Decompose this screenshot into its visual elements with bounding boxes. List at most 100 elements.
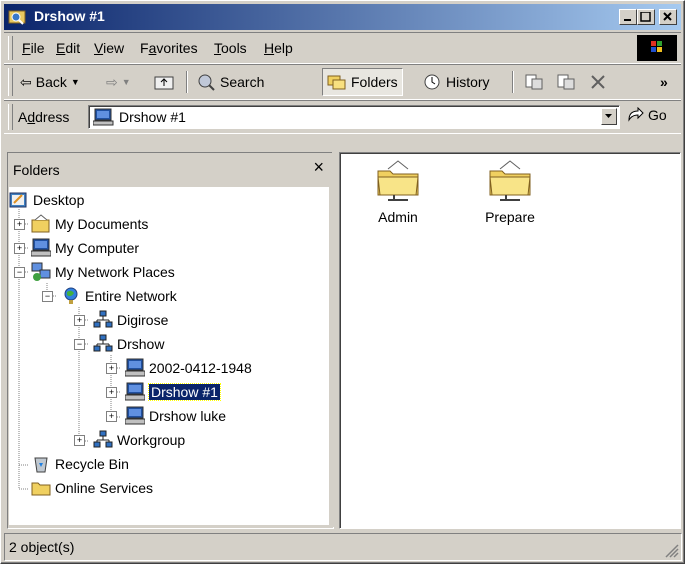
- maximize-button[interactable]: [637, 9, 655, 25]
- menu-file[interactable]: File: [22, 40, 45, 56]
- collapse-toggle[interactable]: −: [14, 267, 25, 278]
- tree-item-online-services[interactable]: Online Services: [31, 477, 153, 499]
- status-bar: 2 object(s): [4, 533, 682, 561]
- chevron-down-icon: [605, 114, 612, 118]
- resize-grip-icon[interactable]: [665, 544, 679, 558]
- minimize-button[interactable]: [619, 9, 637, 25]
- history-button[interactable]: History: [422, 69, 490, 95]
- forward-button[interactable]: ⇨ ▼: [106, 69, 131, 95]
- address-bar: Address Drshow #1 Go: [4, 100, 681, 134]
- go-button[interactable]: Go: [626, 107, 667, 123]
- address-label: Address: [18, 109, 70, 125]
- shared-folder-item-prepare[interactable]: Prepare: [470, 159, 550, 225]
- tree-item-my-network-places[interactable]: My Network Places: [31, 261, 175, 283]
- tree-item-desktop[interactable]: Desktop: [9, 189, 84, 211]
- tree-item-drshow[interactable]: Drshow: [93, 333, 164, 355]
- network-folder-icon: [8, 10, 26, 25]
- toolbar-overflow-chevron[interactable]: »: [660, 69, 668, 95]
- back-arrow-icon: ⇦: [20, 73, 32, 90]
- shared-folder-icon: [489, 160, 531, 201]
- move-to-icon: [525, 74, 543, 90]
- desktop-icon: [9, 192, 27, 208]
- copy-to-icon: [557, 74, 575, 90]
- move-to-button[interactable]: [524, 69, 544, 95]
- shared-folder-icon: [377, 160, 419, 201]
- go-arrow-icon: [628, 107, 644, 122]
- computer-icon: [125, 358, 145, 377]
- expand-toggle[interactable]: +: [14, 219, 25, 230]
- forward-dropdown-icon[interactable]: ▼: [122, 77, 131, 87]
- close-button[interactable]: [659, 9, 677, 25]
- menu-bar: File Edit View Favorites Tools Help: [4, 32, 681, 64]
- forward-arrow-icon: ⇨: [106, 73, 118, 90]
- up-folder-icon: [154, 76, 174, 90]
- my-documents-icon: [31, 214, 50, 233]
- delete-icon: [591, 75, 605, 89]
- address-dropdown-button[interactable]: [601, 108, 617, 125]
- folders-pane-title: Folders: [13, 162, 60, 178]
- my-computer-icon: [31, 238, 51, 257]
- tree-item-2002-0412-1948[interactable]: 2002-0412-1948: [125, 357, 252, 379]
- collapse-toggle[interactable]: −: [42, 291, 53, 302]
- status-text: 2 object(s): [9, 539, 75, 555]
- tree-item-drshow-1[interactable]: Drshow #1: [125, 381, 221, 403]
- explorer-window: Drshow #1 File Edit View Favorites Tools…: [0, 0, 685, 564]
- menu-view[interactable]: View: [94, 40, 124, 56]
- expand-toggle[interactable]: +: [106, 411, 117, 422]
- windows-logo: [637, 35, 677, 61]
- menubar-grip[interactable]: [8, 36, 13, 60]
- expand-toggle[interactable]: +: [74, 435, 85, 446]
- expand-toggle[interactable]: +: [106, 363, 117, 374]
- content-pane: Admin Prepare: [339, 152, 681, 529]
- expand-toggle[interactable]: +: [74, 315, 85, 326]
- computer-icon: [125, 406, 145, 425]
- network-places-icon: [31, 262, 51, 281]
- tree-item-workgroup[interactable]: Workgroup: [93, 429, 185, 451]
- back-dropdown-icon[interactable]: ▼: [71, 77, 80, 87]
- expand-toggle[interactable]: +: [14, 243, 25, 254]
- close-icon: [663, 12, 672, 21]
- globe-icon: [64, 287, 78, 304]
- menu-tools[interactable]: Tools: [214, 40, 247, 56]
- folder-icon: [31, 482, 51, 496]
- search-icon: [198, 74, 215, 91]
- folders-pane-close-icon[interactable]: ×: [313, 157, 324, 178]
- menu-help[interactable]: Help: [264, 40, 293, 56]
- folders-icon: [327, 75, 346, 90]
- collapse-toggle[interactable]: −: [74, 339, 85, 350]
- title-bar[interactable]: Drshow #1: [4, 4, 681, 30]
- menu-edit[interactable]: Edit: [56, 40, 80, 56]
- addressbar-grip[interactable]: [8, 104, 13, 130]
- address-input[interactable]: Drshow #1: [88, 105, 620, 129]
- folders-button[interactable]: Folders: [322, 68, 403, 96]
- tree-item-my-computer[interactable]: My Computer: [31, 237, 139, 259]
- workgroup-icon: [93, 334, 113, 352]
- folders-pane-header: Folders ×: [7, 153, 332, 185]
- workgroup-icon: [93, 430, 113, 448]
- tree-item-digirose[interactable]: Digirose: [93, 309, 168, 331]
- copy-to-button[interactable]: [556, 69, 576, 95]
- standard-toolbar: ⇦ Back ▼ ⇨ ▼ Search Folders History »: [4, 64, 681, 100]
- menu-favorites[interactable]: Favorites: [140, 40, 198, 56]
- shared-folder-item-admin[interactable]: Admin: [358, 159, 438, 225]
- recycle-bin-icon: [34, 457, 48, 473]
- tree-item-drshow-luke[interactable]: Drshow luke: [125, 405, 226, 427]
- back-button[interactable]: ⇦ Back ▼: [20, 69, 80, 95]
- toolbar-separator: [186, 71, 188, 93]
- toolbar-grip[interactable]: [8, 68, 13, 96]
- history-icon: [424, 74, 440, 90]
- maximize-icon: [640, 12, 651, 22]
- computer-icon: [93, 108, 114, 126]
- delete-button[interactable]: [588, 69, 608, 95]
- toolbar-separator: [512, 71, 514, 93]
- tree-item-entire-network[interactable]: Entire Network: [61, 285, 177, 307]
- expand-toggle[interactable]: +: [106, 387, 117, 398]
- folder-tree: Desktop + My Documents + My Computer − M…: [9, 187, 329, 525]
- pane-splitter[interactable]: [332, 152, 338, 527]
- up-button[interactable]: [154, 69, 174, 95]
- search-button[interactable]: Search: [196, 69, 264, 95]
- windows-flag-icon: [651, 41, 662, 52]
- minimize-icon: [624, 19, 631, 21]
- tree-item-recycle-bin[interactable]: Recycle Bin: [31, 453, 129, 475]
- tree-item-my-documents[interactable]: My Documents: [31, 213, 148, 235]
